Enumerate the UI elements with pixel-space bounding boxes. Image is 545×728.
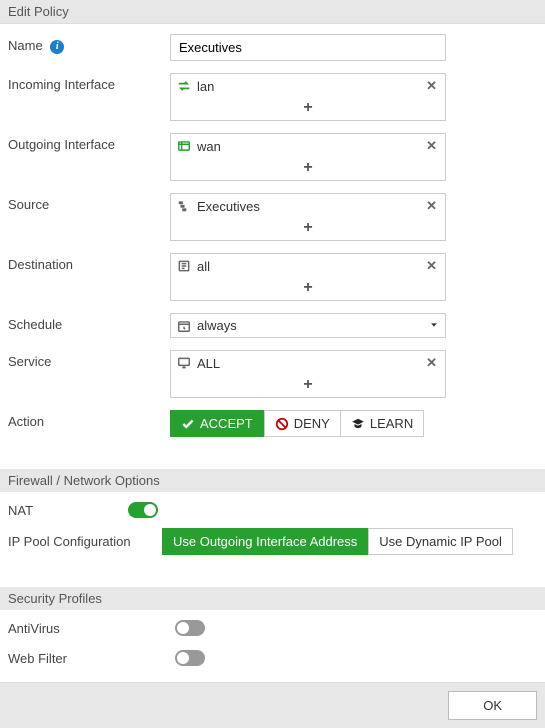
clock-icon (177, 319, 191, 333)
list-item-text: lan (197, 79, 214, 94)
destination-label: Destination (8, 253, 170, 272)
list-item-text: ALL (197, 356, 220, 371)
list-item[interactable]: lan ✕ (171, 74, 445, 98)
swap-arrows-icon (177, 79, 191, 93)
use-dynamic-ip-pool-button[interactable]: Use Dynamic IP Pool (368, 528, 513, 555)
deny-icon (275, 417, 289, 431)
source-label: Source (8, 193, 170, 212)
outgoing-interface-label: Outgoing Interface (8, 133, 170, 152)
close-icon[interactable]: ✕ (424, 138, 439, 154)
outgoing-interface-box[interactable]: wan ✕ + (170, 133, 446, 181)
learn-button[interactable]: LEARN (341, 410, 424, 437)
schedule-label: Schedule (8, 313, 170, 332)
add-button[interactable]: + (171, 218, 445, 240)
source-box[interactable]: Executives ✕ + (170, 193, 446, 241)
chevron-down-icon (429, 318, 439, 333)
list-item[interactable]: Executives ✕ (171, 194, 445, 218)
add-button[interactable]: + (171, 278, 445, 300)
nat-toggle[interactable] (128, 502, 158, 518)
monitor-icon (177, 356, 191, 370)
list-item-text: all (197, 259, 210, 274)
service-box[interactable]: ALL ✕ + (170, 350, 446, 398)
add-button[interactable]: + (171, 375, 445, 397)
close-icon[interactable]: ✕ (424, 258, 439, 274)
list-item[interactable]: wan ✕ (171, 134, 445, 158)
page-title: Edit Policy (0, 0, 545, 24)
address-icon (177, 259, 191, 273)
add-button[interactable]: + (171, 98, 445, 120)
info-icon[interactable]: i (50, 40, 64, 54)
web-filter-label: Web Filter (8, 651, 175, 666)
accept-button[interactable]: ACCEPT (170, 410, 264, 437)
web-filter-toggle[interactable] (175, 650, 205, 666)
close-icon[interactable]: ✕ (424, 78, 439, 94)
footer: OK (0, 682, 545, 728)
name-label: Name i (8, 34, 170, 54)
name-input[interactable] (170, 34, 446, 61)
list-item[interactable]: all ✕ (171, 254, 445, 278)
globe-box-icon (177, 139, 191, 153)
antivirus-label: AntiVirus (8, 621, 175, 636)
list-item-text: Executives (197, 199, 260, 214)
ip-pool-label: IP Pool Configuration (8, 534, 162, 549)
action-label: Action (8, 410, 170, 429)
schedule-value: always (197, 318, 237, 333)
deny-button[interactable]: DENY (264, 410, 341, 437)
list-item-text: wan (197, 139, 221, 154)
antivirus-toggle[interactable] (175, 620, 205, 636)
security-section-title: Security Profiles (0, 587, 545, 610)
destination-box[interactable]: all ✕ + (170, 253, 446, 301)
service-label: Service (8, 350, 170, 369)
use-outgoing-address-button[interactable]: Use Outgoing Interface Address (162, 528, 368, 555)
graduation-cap-icon (351, 417, 365, 431)
check-icon (181, 417, 195, 431)
close-icon[interactable]: ✕ (424, 198, 439, 214)
nat-label: NAT (8, 503, 128, 518)
list-item[interactable]: ALL ✕ (171, 351, 445, 375)
action-button-group: ACCEPT DENY LEARN (170, 410, 424, 437)
incoming-interface-label: Incoming Interface (8, 73, 170, 92)
add-button[interactable]: + (171, 158, 445, 180)
ip-pool-button-group: Use Outgoing Interface Address Use Dynam… (162, 528, 513, 555)
firewall-section-title: Firewall / Network Options (0, 469, 545, 492)
close-icon[interactable]: ✕ (424, 355, 439, 371)
ok-button[interactable]: OK (448, 691, 537, 720)
schedule-select[interactable]: always (170, 313, 446, 338)
incoming-interface-box[interactable]: lan ✕ + (170, 73, 446, 121)
group-icon (177, 199, 191, 213)
